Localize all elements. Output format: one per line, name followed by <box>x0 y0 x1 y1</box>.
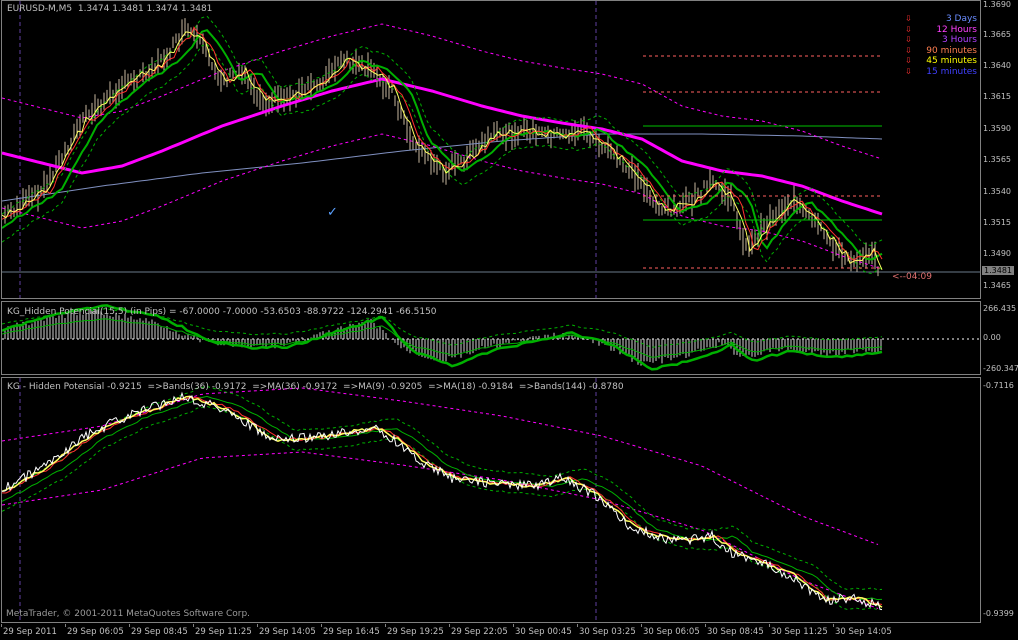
oscillator-scale: 266.435 0.00 -260.347 <box>983 301 1018 375</box>
chart-title: EURUSD-M,M5 1.3474 1.3481 1.3474 1.3481 <box>7 4 213 14</box>
time-tick <box>769 624 770 627</box>
ma-green-line <box>2 29 883 261</box>
time-label: 30 Sep 03:25 <box>579 627 636 637</box>
bar-timer: <--04:09 <box>892 272 932 282</box>
time-tick <box>129 624 130 627</box>
ma-red-line <box>2 26 883 261</box>
scale-label: 1.3540 <box>983 187 1011 196</box>
timeframe-row: ⇩ 45 minutes <box>905 56 977 67</box>
time-label: 29 Sep 2011 <box>3 627 57 637</box>
scale-label: 1.3640 <box>983 61 1011 70</box>
hp-green-band-lower <box>2 405 883 611</box>
down-arrow-icon: ⇩ <box>905 14 912 23</box>
down-arrow-icon: ⇩ <box>905 56 912 65</box>
hp-value-line <box>2 391 883 611</box>
scale-label: 1.3465 <box>983 281 1011 290</box>
timeframe-label: 45 minutes <box>926 56 977 66</box>
time-tick <box>1 624 2 627</box>
down-arrow-icon: ⇩ <box>905 45 912 55</box>
checkmark-icon: ✓ <box>327 205 338 220</box>
down-arrow-icon: ⇩ <box>905 66 912 76</box>
green-band-upper <box>2 15 883 247</box>
oscillator-title: KG_Hidden Potencial(15,5) (in Pips) = -6… <box>7 307 437 317</box>
time-label: 29 Sep 22:05 <box>451 627 508 637</box>
time-tick <box>577 624 578 627</box>
time-tick <box>321 624 322 627</box>
timeframe-row: ⇩ 15 minutes <box>905 67 977 78</box>
time-tick <box>449 624 450 627</box>
scale-label: 1.3665 <box>983 30 1011 39</box>
scale-label: 1.3615 <box>983 92 1011 101</box>
hp-ma-green <box>2 395 883 601</box>
hidden-potential-title: KG - Hidden Potensial -0.9215 =>Bands(36… <box>7 382 624 392</box>
time-label: 30 Sep 11:25 <box>771 627 828 637</box>
down-arrow-icon: ⇩ <box>905 35 912 44</box>
time-tick <box>513 624 514 627</box>
scale-label: -0.7116 <box>983 381 1014 390</box>
timeframe-label: 12 Hours <box>936 24 977 35</box>
copyright-text: MetaTrader, © 2001-2011 MetaQuotes Softw… <box>6 609 251 619</box>
scale-label: 1.3690 <box>983 0 1011 9</box>
time-label: 29 Sep 08:45 <box>131 627 188 637</box>
time-label: 29 Sep 06:05 <box>67 627 124 637</box>
hp-band-lower <box>2 451 879 609</box>
scale-label: 266.435 <box>983 304 1017 313</box>
timeframe-row: ⇩ 3 Hours <box>905 35 977 46</box>
scale-label: 0.00 <box>983 333 1001 342</box>
timeframe-row: ⇩ 90 minutes <box>905 46 977 57</box>
timeframe-label: 15 minutes <box>926 66 977 77</box>
time-label: 29 Sep 16:45 <box>323 627 380 637</box>
time-tick <box>385 624 386 627</box>
price-chart-pane[interactable]: EURUSD-M,M5 1.3474 1.3481 1.3474 1.3481 <box>1 0 981 299</box>
timeframe-legend: ⇩ 3 Days ⇩ 12 Hours ⇩ 3 Hours ⇩ 90 minutes ⇩ 45 m… <box>905 14 977 77</box>
time-label: 29 Sep 14:05 <box>259 627 316 637</box>
timeframe-label: 3 Days <box>945 14 977 24</box>
time-tick <box>833 624 834 627</box>
scale-label: 1.3565 <box>983 155 1011 164</box>
hidden-potential-pane[interactable]: KG - Hidden Potensial -0.9215 =>Bands(36… <box>1 377 981 623</box>
time-label: 30 Sep 08:45 <box>707 627 764 637</box>
timeframe-label: 3 Hours <box>942 35 977 45</box>
oscillator-pane[interactable]: KG_Hidden Potencial(15,5) (in Pips) = -6… <box>1 301 981 375</box>
time-tick <box>193 624 194 627</box>
scale-label: -260.347 <box>983 364 1018 373</box>
price-chart-canvas <box>2 1 980 298</box>
time-axis: 29 Sep 2011 29 Sep 06:05 29 Sep 08:45 29 Se… <box>0 624 1018 640</box>
scale-label: -0.9399 <box>983 609 1014 618</box>
time-label: 30 Sep 06:05 <box>643 627 700 637</box>
price-scale: 1.3690 1.3665 1.3640 1.3615 1.3590 1.3565 1.35… <box>983 0 1018 299</box>
time-tick <box>705 624 706 627</box>
ma-yellow-line <box>2 31 883 270</box>
current-price-tag: 1.3481 <box>982 266 1014 275</box>
time-label: 29 Sep 11:25 <box>195 627 252 637</box>
time-tick <box>65 624 66 627</box>
timeframe-label: 90 minutes <box>926 45 977 56</box>
time-label: 30 Sep 00:45 <box>515 627 572 637</box>
hp-ma-yellow <box>2 395 883 608</box>
hidden-potential-scale: -0.7116 -0.9399 <box>983 377 1018 623</box>
time-label: 30 Sep 14:05 <box>835 627 892 637</box>
scale-label: 1.3590 <box>983 124 1011 133</box>
time-label: 29 Sep 19:25 <box>387 627 444 637</box>
timeframe-row: ⇩ 12 Hours <box>905 25 977 36</box>
down-arrow-icon: ⇩ <box>905 24 912 34</box>
time-tick <box>257 624 258 627</box>
hidden-potential-canvas <box>2 378 883 622</box>
timeframe-row: ⇩ 3 Days <box>905 14 977 25</box>
hp-ma-red <box>2 396 883 605</box>
time-tick <box>641 624 642 627</box>
scale-label: 1.3515 <box>983 218 1011 227</box>
scale-label: 1.3490 <box>983 249 1011 258</box>
